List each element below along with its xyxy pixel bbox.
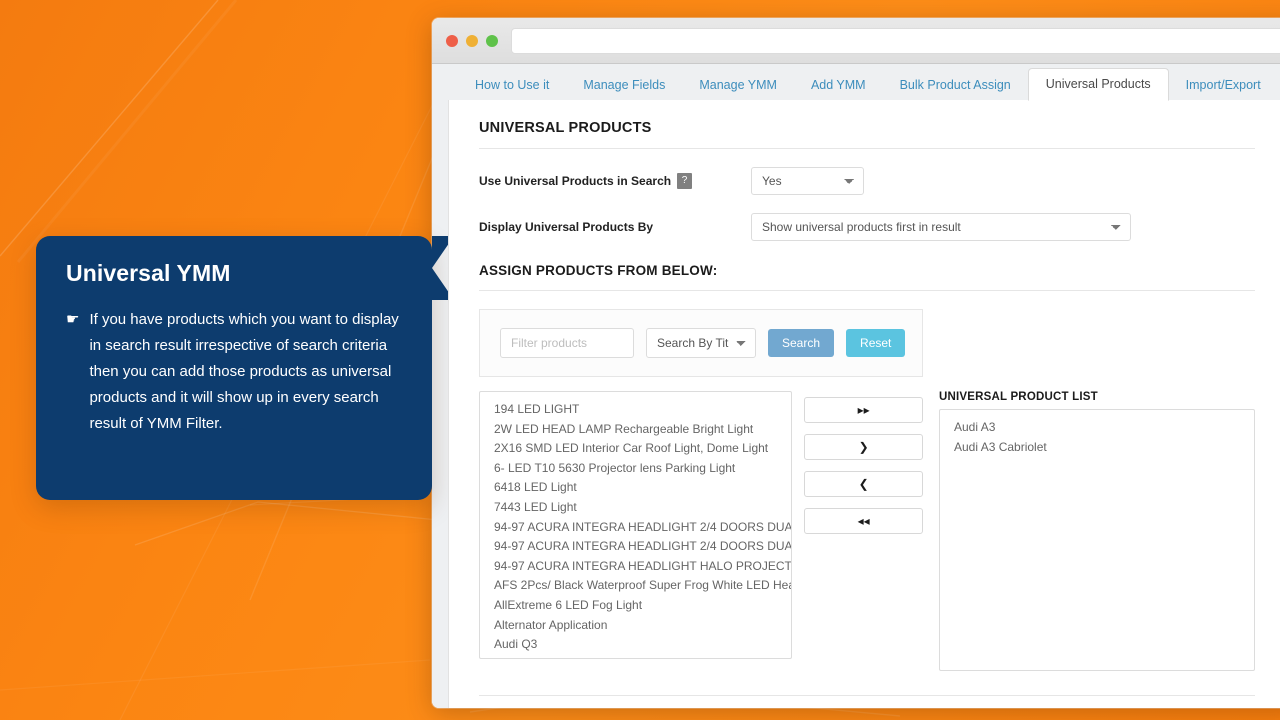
browser-titlebar [432, 18, 1280, 64]
move-left-button[interactable]: ❮ [804, 471, 924, 497]
move-all-right-button[interactable]: ▸▸ [804, 397, 924, 423]
minimize-window-icon[interactable] [466, 34, 478, 47]
assign-divider [479, 290, 1255, 291]
browser-window: How to Use it Manage Fields Manage YMM A… [432, 18, 1280, 708]
callout-body: ☛ If you have products which you want to… [66, 307, 402, 437]
screenshot-stage: How to Use it Manage Fields Manage YMM A… [0, 0, 1280, 720]
move-all-left-button[interactable]: ◂◂ [804, 508, 924, 534]
tab-universal-products[interactable]: Universal Products [1027, 67, 1169, 101]
use-universal-label-group: Use Universal Products in Search ? [479, 173, 751, 189]
traffic-lights [446, 34, 498, 47]
list-item[interactable]: Audi A3 Cabriolet [940, 438, 1254, 458]
pointing-hand-icon: ☛ [66, 311, 80, 328]
list-item[interactable]: Audi A3 [940, 418, 1254, 438]
product-filter-card: Search By Title Search By SKU Search Res… [479, 309, 923, 377]
list-item[interactable]: 94-97 ACURA INTEGRA HEADLIGHT HALO PROJE… [480, 557, 791, 577]
callout-text: If you have products which you want to d… [89, 311, 399, 432]
list-item[interactable]: 2X16 SMD LED Interior Car Roof Light, Do… [480, 439, 791, 459]
admin-tab-strip: How to Use it Manage Fields Manage YMM A… [432, 64, 1280, 101]
tab-bulk-product-assign[interactable]: Bulk Product Assign [883, 70, 1028, 101]
maximize-window-icon[interactable] [486, 34, 498, 47]
list-item[interactable]: 7443 LED Light [480, 498, 791, 518]
search-by-select[interactable]: Search By Title Search By SKU [646, 328, 756, 358]
list-item[interactable]: AFS 2Pcs/ Black Waterproof Super Frog Wh… [480, 576, 791, 596]
help-icon[interactable]: ? [677, 173, 693, 189]
transfer-button-group: ▸▸ ❯ ❮ ◂◂ [792, 391, 935, 534]
setting-row-use-universal: Use Universal Products in Search ? Yes N… [479, 167, 1255, 195]
display-by-label: Display Universal Products By [479, 220, 654, 234]
list-item[interactable]: 6- LED T10 5630 Projector lens Parking L… [480, 459, 791, 479]
page-title: UNIVERSAL PRODUCTS [479, 120, 652, 136]
universal-product-list-title: UNIVERSAL PRODUCT LIST [939, 391, 1098, 403]
tab-import-export[interactable]: Import/Export [1169, 70, 1278, 101]
universal-products-panel: UNIVERSAL PRODUCTS Use Universal Product… [448, 100, 1280, 708]
reset-button[interactable]: Reset [846, 329, 906, 357]
list-item[interactable]: Audi Q5 [480, 655, 791, 658]
filter-products-input[interactable] [500, 328, 634, 358]
universal-product-list-column: UNIVERSAL PRODUCT LIST Audi A3 Audi A3 C… [939, 391, 1255, 671]
callout-title: Universal YMM [66, 260, 231, 286]
chevron-left-icon: ❮ [858, 477, 869, 491]
list-item[interactable]: 94-97 ACURA INTEGRA HEADLIGHT 2/4 DOORS … [480, 518, 791, 538]
list-item[interactable]: 6418 LED Light [480, 478, 791, 498]
list-item[interactable]: AllExtreme 6 LED Fog Light [480, 596, 791, 616]
address-bar[interactable] [511, 27, 1280, 54]
double-chevron-left-icon: ◂◂ [857, 514, 870, 528]
available-products-list[interactable]: 194 LED LIGHT 2W LED HEAD LAMP Rechargea… [479, 391, 793, 659]
assign-products-heading: ASSIGN PRODUCTS FROM BELOW: [479, 263, 718, 278]
move-right-button[interactable]: ❯ [804, 434, 924, 460]
display-by-select[interactable]: Show universal products first in result … [751, 213, 1131, 241]
use-universal-select[interactable]: Yes No [751, 167, 864, 195]
tab-how-to-use-it[interactable]: How to Use it [458, 70, 566, 101]
search-button[interactable]: Search [768, 329, 835, 357]
double-chevron-right-icon: ▸▸ [857, 403, 870, 417]
list-item[interactable]: 2W LED HEAD LAMP Rechargeable Bright Lig… [480, 420, 791, 440]
list-item[interactable]: Alternator Application [480, 616, 791, 636]
list-item[interactable]: Audi Q3 [480, 635, 791, 655]
tab-manage-ymm[interactable]: Manage YMM [682, 70, 794, 101]
use-universal-label: Use Universal Products in Search [479, 174, 672, 188]
setting-row-display-by: Display Universal Products By Show unive… [479, 213, 1255, 241]
close-window-icon[interactable] [446, 34, 458, 47]
chevron-right-icon: ❯ [858, 440, 869, 454]
list-item[interactable]: 94-97 ACURA INTEGRA HEADLIGHT 2/4 DOORS … [480, 537, 791, 557]
universal-products-list[interactable]: Audi A3 Audi A3 Cabriolet [939, 409, 1255, 671]
universal-ymm-callout: Universal YMM ☛ If you have products whi… [36, 236, 454, 500]
list-item[interactable]: 194 LED LIGHT [480, 400, 791, 420]
dual-list-container: 194 LED LIGHT 2W LED HEAD LAMP Rechargea… [479, 391, 1255, 671]
panel-footer: Save Settings [479, 696, 1255, 708]
tab-add-ymm[interactable]: Add YMM [794, 70, 883, 101]
page-viewport: How to Use it Manage Fields Manage YMM A… [432, 64, 1280, 708]
title-divider [479, 148, 1255, 149]
tab-manage-fields[interactable]: Manage Fields [566, 70, 682, 101]
